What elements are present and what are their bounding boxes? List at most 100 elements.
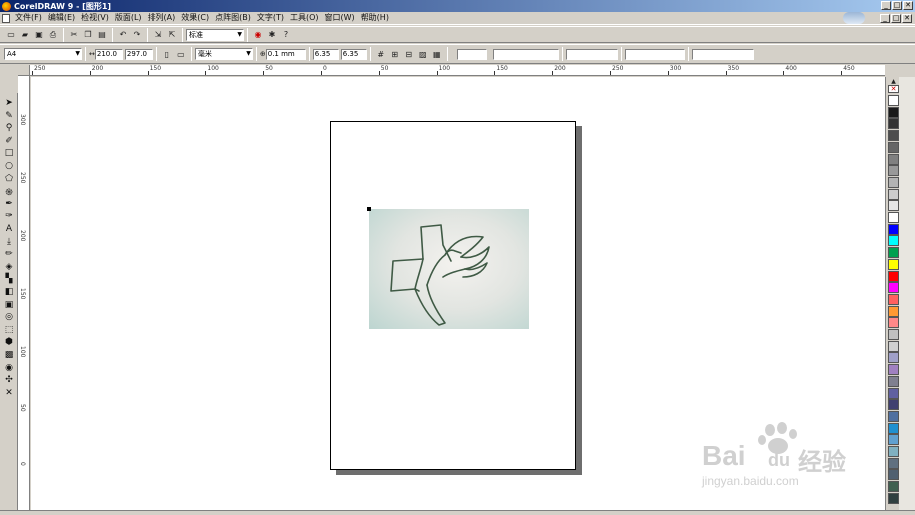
corel-online-icon[interactable]: ✱	[266, 29, 278, 41]
new-icon[interactable]: ▭	[5, 29, 17, 41]
eyedropper-tool-icon[interactable]: ⤓	[3, 236, 15, 248]
menu-file[interactable]: 文件(F)	[12, 12, 45, 24]
rectangle-tool-icon[interactable]: □	[3, 147, 15, 159]
color-swatch[interactable]	[888, 469, 899, 481]
text-tool-icon[interactable]: A	[3, 223, 15, 235]
menu-edit[interactable]: 编辑(E)	[45, 12, 78, 24]
color-swatch[interactable]	[888, 200, 899, 212]
color-swatch[interactable]	[888, 270, 899, 282]
whats-this-help-icon[interactable]: ?	[280, 29, 292, 41]
zoom-level-select[interactable]: 标准 ▼	[186, 28, 244, 41]
grid-x-field[interactable]	[456, 48, 487, 60]
export-icon[interactable]: ⇱	[166, 29, 178, 41]
duplicate-y-field[interactable]: 6.35	[340, 48, 367, 60]
position-field[interactable]	[691, 48, 754, 60]
color-swatch[interactable]	[888, 399, 899, 411]
contour-tool-icon[interactable]: ◎	[3, 311, 15, 323]
outline-tool-icon[interactable]: ✏	[3, 248, 15, 260]
color-swatch[interactable]	[888, 492, 899, 504]
rotation-field[interactable]	[624, 48, 685, 60]
menu-layout[interactable]: 版面(L)	[112, 12, 145, 24]
envelope-tool-icon[interactable]: ⬚	[3, 324, 15, 336]
color-swatch[interactable]	[888, 235, 899, 247]
menu-view[interactable]: 检视(V)	[78, 12, 112, 24]
menu-window[interactable]: 窗口(W)	[322, 12, 358, 24]
color-swatch[interactable]	[888, 364, 899, 376]
color-swatch[interactable]	[888, 422, 899, 434]
color-swatch[interactable]	[888, 176, 899, 188]
color-swatch[interactable]	[888, 130, 899, 142]
doc-minimize-button[interactable]: _	[880, 14, 890, 23]
color-swatch[interactable]	[888, 317, 899, 329]
color-swatch[interactable]	[888, 340, 899, 352]
import-icon[interactable]: ⇲	[152, 29, 164, 41]
doc-restore-button[interactable]: □	[891, 14, 901, 23]
open-icon[interactable]: ▰	[19, 29, 31, 41]
extrude-tool-icon[interactable]: ⬢	[3, 336, 15, 348]
transparency-tool-icon[interactable]: ◧	[3, 286, 15, 298]
minimize-button[interactable]: _	[881, 1, 891, 10]
color-swatch[interactable]	[888, 387, 899, 399]
color-swatch[interactable]	[888, 434, 899, 446]
shape-tool-icon[interactable]: ✎	[3, 110, 15, 122]
color-swatch[interactable]	[888, 446, 899, 457]
color-tool-icon[interactable]: ✣	[3, 374, 15, 386]
shadow-tool-icon[interactable]: ▩	[3, 349, 15, 361]
menu-tools[interactable]: 工具(O)	[287, 12, 322, 24]
scale-field[interactable]	[565, 48, 618, 60]
menu-arrange[interactable]: 排列(A)	[145, 12, 179, 24]
color-swatch[interactable]	[888, 293, 899, 305]
color-swatch[interactable]	[888, 106, 899, 118]
spiral-tool-icon[interactable]: ֍	[3, 185, 15, 198]
menu-help[interactable]: 帮助(H)	[358, 12, 392, 24]
units-select[interactable]: 毫米 ▼	[194, 48, 253, 60]
save-icon[interactable]: ▣	[33, 29, 45, 41]
x-tool-icon[interactable]: ✕	[3, 387, 15, 399]
artistic-media-tool-icon[interactable]: ✑	[3, 210, 15, 222]
landscape-icon[interactable]: ▭	[175, 48, 187, 60]
color-swatch[interactable]	[888, 118, 899, 130]
pick-tool-icon[interactable]: ➤	[3, 97, 15, 109]
draw-objects-icon[interactable]: ▦	[431, 48, 443, 60]
print-icon[interactable]: ⎙	[47, 29, 59, 41]
blend-tool-icon[interactable]: ▣	[3, 299, 15, 311]
color-swatch[interactable]	[888, 282, 899, 294]
color-swatch[interactable]	[888, 410, 899, 422]
interactive-fill-tool-icon[interactable]: ▚	[3, 273, 15, 285]
horizontal-ruler[interactable]: 250 200 150 100 50 0 50 100 150 200 250 300 350 400 45…	[18, 65, 885, 76]
document-icon[interactable]	[2, 13, 10, 23]
color-swatch[interactable]	[888, 165, 899, 177]
color-swatch[interactable]	[888, 212, 899, 223]
color-swatch[interactable]	[888, 352, 899, 364]
placed-bitmap-dove-cross[interactable]	[369, 209, 529, 329]
color-swatch[interactable]	[888, 153, 899, 165]
color-swatch[interactable]	[888, 305, 899, 317]
snap-to-grid-icon[interactable]: #	[375, 48, 387, 60]
coreldraw-app-icon[interactable]	[2, 1, 11, 11]
ellipse-tool-icon[interactable]: ○	[3, 160, 15, 172]
selection-handle[interactable]	[367, 207, 371, 211]
color-swatch[interactable]	[888, 95, 899, 106]
snap-to-objects-icon[interactable]: ⊟	[403, 48, 415, 60]
nudge-offset-field[interactable]: 0.1 mm	[265, 48, 306, 60]
no-color-swatch[interactable]: ✕	[888, 85, 899, 93]
menu-effects[interactable]: 效果(C)	[178, 12, 212, 24]
color-swatch[interactable]	[888, 188, 899, 200]
undo-icon[interactable]: ↶	[117, 29, 129, 41]
color-swatch[interactable]	[888, 223, 899, 235]
corel-app-launcher-icon[interactable]: ◉	[252, 29, 264, 41]
snap-to-guidelines-icon[interactable]: ⊞	[389, 48, 401, 60]
treat-as-filled-icon[interactable]: ▨	[417, 48, 429, 60]
color-swatch[interactable]	[888, 375, 899, 387]
color-swatch[interactable]	[888, 457, 899, 469]
palette-scroll-up-icon[interactable]: ▲	[888, 77, 899, 85]
cut-icon[interactable]: ✂	[68, 29, 80, 41]
vertical-scrollbar[interactable]	[899, 77, 915, 510]
menu-text[interactable]: 文字(T)	[254, 12, 287, 24]
page-height-field[interactable]: 297.0	[124, 48, 153, 60]
color-swatch[interactable]	[888, 247, 899, 259]
portrait-icon[interactable]: ▯	[161, 48, 173, 60]
maximize-button[interactable]: □	[892, 1, 902, 10]
color-swatch[interactable]	[888, 258, 899, 270]
color-swatch[interactable]	[888, 141, 899, 153]
